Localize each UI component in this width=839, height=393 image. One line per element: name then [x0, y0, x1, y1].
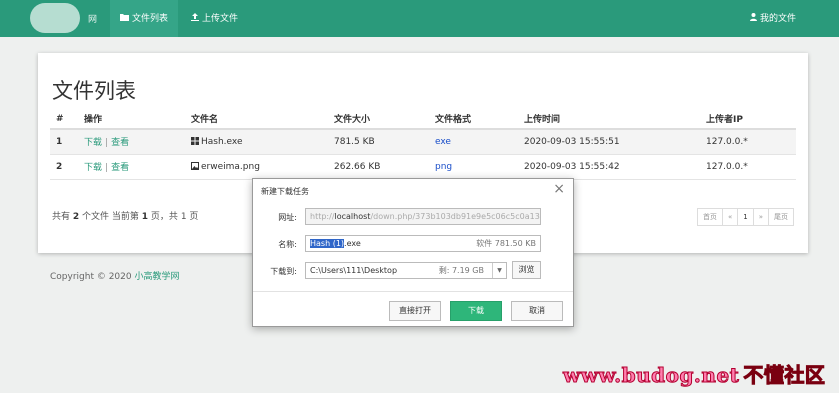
download-link[interactable]: 下载	[84, 163, 102, 173]
table-header-row: # 操作 文件名 文件大小 文件格式 上传时间 上传者IP	[50, 109, 796, 130]
pager-prev[interactable]: «	[721, 208, 739, 226]
summary-mid2: 页，共	[150, 212, 178, 222]
summary-prefix: 共有	[52, 212, 71, 222]
watermark-url: www.budog.net	[562, 363, 740, 388]
col-header-action: 操作	[78, 109, 185, 130]
uploader-ip: 127.0.0.*	[700, 154, 796, 180]
col-header-ip: 上传者IP	[700, 109, 796, 130]
row-actions: 下载 | 查看	[78, 154, 185, 180]
image-icon	[191, 161, 199, 170]
pager-first[interactable]: 首页	[696, 208, 723, 226]
row-number: 1	[50, 129, 78, 155]
col-header-size: 文件大小	[328, 109, 429, 130]
page-title: 文件列表	[52, 79, 136, 103]
file-format: png	[429, 154, 518, 180]
row-actions: 下载 | 查看	[78, 129, 185, 155]
cancel-button[interactable]: 取消	[511, 301, 563, 321]
folder-icon	[120, 0, 129, 37]
chevron-down-icon[interactable]: ▼	[492, 263, 506, 278]
action-separator: |	[105, 163, 109, 173]
new-download-dialog: 新建下载任务 × 网址: http://localhost/down.php/3…	[252, 178, 574, 327]
name-selected-text: Hash (1)	[310, 239, 345, 248]
pager-current[interactable]: 1	[737, 208, 754, 226]
col-header-format: 文件格式	[429, 109, 518, 130]
pager-next[interactable]: »	[752, 208, 769, 226]
col-header-filename: 文件名	[185, 109, 328, 130]
brand-logo[interactable]	[30, 3, 80, 33]
file-table: # 操作 文件名 文件大小 文件格式 上传时间 上传者IP 1 下载 | 查看 Ha…	[50, 109, 796, 180]
action-separator: |	[105, 138, 109, 149]
download-link[interactable]: 下载	[84, 138, 102, 148]
upload-time: 2020-09-03 15:55:42	[518, 154, 700, 180]
site-watermark: www.budog.net 不懂社区	[562, 359, 826, 388]
windows-icon	[191, 136, 199, 145]
watermark-cn: 不懂社区	[743, 363, 826, 388]
url-field[interactable]: http://localhost/down.php/373b103db91e9e…	[305, 208, 541, 225]
user-icon	[750, 0, 757, 37]
url-host: localhost	[334, 212, 371, 221]
table-row: 1 下载 | 查看 Hash.exe 781.5 KB exe 2020-09-03…	[50, 129, 796, 155]
footer-brand-link[interactable]: 小高教学网	[134, 272, 179, 282]
summary-suffix: 页	[189, 212, 199, 222]
brand-suffix: 网	[88, 15, 98, 25]
upload-icon	[191, 0, 199, 37]
nav-file-list-label: 文件列表	[132, 14, 169, 24]
download-button[interactable]: 下载	[450, 301, 502, 321]
file-size: 262.66 KB	[328, 154, 429, 180]
url-rest: /down.php/373b103db91e9e5c06c5c0a133	[370, 212, 541, 221]
nav-upload-label: 上传文件	[202, 14, 239, 24]
free-space: 剩: 7.19 GB	[438, 266, 484, 275]
nav-my-files[interactable]: 我的文件	[740, 0, 806, 37]
uploader-ip: 127.0.0.*	[700, 129, 796, 155]
row-number: 2	[50, 154, 78, 180]
file-name-field[interactable]: Hash (1).exe 软件 781.50 KB	[305, 235, 541, 252]
save-to-label: 下载到:	[270, 267, 297, 276]
nav-file-list[interactable]: 文件列表	[110, 0, 179, 37]
name-label: 名称:	[278, 240, 297, 249]
summary-total-pages: 1	[180, 212, 187, 222]
file-size: 781.5 KB	[328, 129, 429, 155]
file-name-cell: Hash.exe	[185, 129, 328, 155]
pager-last[interactable]: 尾页	[768, 208, 794, 226]
top-navbar: 网 文件列表 上传文件 我的文件	[0, 0, 839, 37]
table-row: 2 下载 | 查看 erweima.png 262.66 KB png 2020-0…	[50, 154, 796, 180]
summary-mid: 个文件 当前第	[82, 212, 139, 222]
nav-upload[interactable]: 上传文件	[181, 0, 248, 37]
file-name: Hash.exe	[201, 136, 243, 147]
view-link[interactable]: 查看	[111, 163, 129, 173]
col-header-time: 上传时间	[518, 109, 700, 130]
browse-button[interactable]: 浏览	[512, 261, 541, 279]
url-label: 网址:	[278, 213, 297, 222]
close-icon[interactable]: ×	[553, 182, 565, 196]
summary-count: 2	[72, 212, 80, 222]
open-directly-button[interactable]: 直接打开	[389, 301, 441, 321]
dialog-title: 新建下载任务	[261, 187, 309, 196]
copyright-text: Copyright © 2020	[50, 272, 132, 282]
dialog-divider	[253, 291, 573, 292]
url-prefix: http://	[310, 212, 335, 221]
file-count-summary: 共有 2 个文件 当前第 1 页，共 1 页	[52, 209, 198, 222]
file-type-size-hint: 软件 781.50 KB	[476, 239, 536, 248]
save-path-select[interactable]: C:\Users\111\Desktop 剩: 7.19 GB ▼	[305, 262, 507, 279]
view-link[interactable]: 查看	[111, 138, 129, 148]
nav-my-files-label: 我的文件	[760, 14, 797, 24]
file-name-cell: erweima.png	[185, 154, 328, 180]
upload-time: 2020-09-03 15:55:51	[518, 129, 700, 155]
summary-current-page: 1	[141, 212, 149, 222]
save-path: C:\Users\111\Desktop	[310, 266, 398, 275]
pagination: 首页 « 1 » 尾页	[696, 208, 794, 226]
col-header-num: #	[50, 109, 78, 130]
footer-copyright: Copyright © 2020 小高教学网	[50, 269, 180, 282]
name-extension: .exe	[344, 239, 361, 248]
file-name: erweima.png	[201, 161, 260, 172]
file-format: exe	[429, 129, 518, 155]
